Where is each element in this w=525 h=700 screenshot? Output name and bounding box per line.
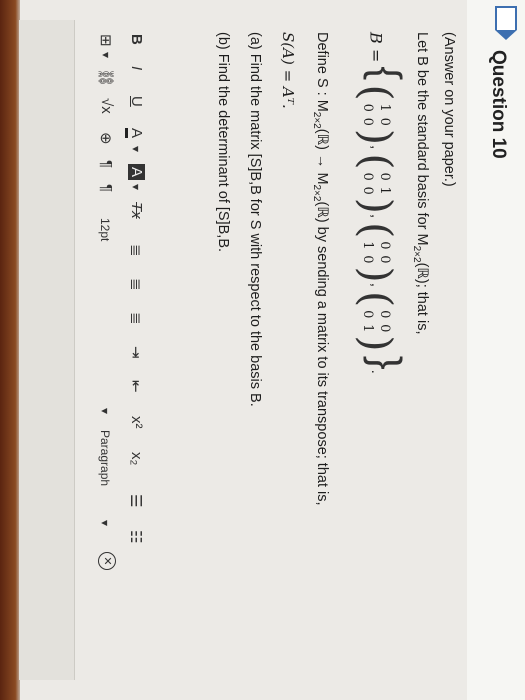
numbered-list-icon[interactable]: ☷	[127, 530, 145, 543]
question-body: (Answer on your paper.) Let B be the sta…	[19, 0, 467, 700]
basis-dim: 2×2	[411, 245, 423, 263]
basis-intro: Let B be the standard basis for M2×2(ℝ);…	[411, 32, 430, 334]
brace-close: }	[363, 355, 410, 370]
matrix-entry: 0	[376, 241, 392, 250]
chevron-down-icon[interactable]: ▾	[99, 52, 113, 58]
matrix-entry: 0	[376, 324, 392, 333]
matrix-entry: 0	[359, 186, 375, 195]
underline-button[interactable]: U	[128, 96, 145, 107]
basis-set: B = { ( 10 00 ) , ( 01 00 ) , (0 0 1 0 …	[351, 32, 410, 374]
equation-icon[interactable]: √x	[98, 98, 115, 114]
define-prefix: Define S : M	[314, 32, 330, 112]
rotated-content: Question 10 (Answer on your paper.) Let …	[19, 0, 525, 700]
part-b: (b) Find the determinant of [S]B,B.	[215, 32, 231, 253]
highlight-button[interactable]: A	[128, 164, 145, 181]
matrix-e21: ( 00 10 )	[351, 222, 401, 283]
basis-field: (ℝ); that is,	[414, 262, 430, 335]
brace-open: {	[363, 66, 410, 81]
editor-toolbar: B I U A ▾ A ▾ Tx ≣ ≣ ≣ ⇥ ⇤ x² x₂ ☰ ☷ ⊞ ▾…	[85, 32, 145, 652]
rule-line: S(A) = Aᵀ.	[279, 32, 297, 109]
subscript-button[interactable]: x₂	[128, 452, 145, 465]
dim-a: 2×2	[311, 111, 323, 129]
link-icon[interactable]: ⛓	[97, 68, 115, 87]
page: Question 10 (Answer on your paper.) Let …	[19, 0, 525, 700]
matrix-entry: 0	[359, 103, 375, 112]
indent-icon[interactable]: ⇥	[127, 346, 145, 359]
matrix-entry: 1	[359, 241, 375, 250]
matrix-entry: 0	[376, 310, 392, 319]
question-title: Question 10	[488, 50, 509, 159]
matrix-entry: 1	[376, 103, 392, 112]
clear-format-button[interactable]: Tx	[128, 202, 145, 219]
part-a: (a) Find the matrix [S]B,B for S with re…	[247, 32, 263, 407]
matrix-entry: 0	[359, 117, 375, 126]
italic-button[interactable]: I	[128, 66, 145, 70]
matrix-entry: 1	[359, 324, 375, 333]
matrix-entry: 0	[376, 117, 392, 126]
outdent-icon[interactable]: ⇤	[127, 380, 145, 393]
matrix-entry: 0	[359, 255, 375, 264]
chevron-down-icon[interactable]: ▾	[98, 520, 112, 526]
answer-editor[interactable]	[19, 20, 75, 680]
media-icon[interactable]: ⊕	[97, 132, 115, 145]
superscript-button[interactable]: x²	[128, 416, 145, 429]
paragraph-select[interactable]: Paragraph	[98, 430, 112, 486]
matrix-entry: 0	[376, 255, 392, 264]
matrix-entry: 0	[376, 172, 392, 181]
question-header: Question 10	[466, 0, 525, 700]
matrix-e11: ( 10 00 )	[351, 84, 401, 146]
chevron-down-icon[interactable]: ▾	[129, 146, 143, 152]
table-icon[interactable]: ⊞	[97, 34, 115, 47]
font-color-button[interactable]: A	[125, 128, 145, 139]
define-suffix: (ℝ) by sending a matrix to its transpose…	[314, 201, 330, 506]
matrix-entry: 0	[359, 172, 375, 181]
paragraph-ltr-icon[interactable]: ¶	[98, 160, 115, 168]
align-center-icon[interactable]: ≣	[127, 278, 145, 291]
align-left-icon[interactable]: ≣	[127, 244, 145, 257]
accessibility-icon[interactable]: ✕	[98, 552, 116, 570]
bullet-list-icon[interactable]: ☰	[127, 494, 145, 507]
basis-lhs: B =	[366, 32, 386, 63]
flag-icon[interactable]	[495, 6, 517, 30]
basis-intro-text: Let B be the standard basis for M	[414, 32, 430, 246]
matrix-entry: 1	[376, 186, 392, 195]
matrix-e22: ( 00 01 )	[351, 290, 401, 352]
instruction-text: (Answer on your paper.)	[441, 32, 457, 187]
define-mid: (ℝ) → M	[314, 128, 330, 185]
define-line: Define S : M2×2(ℝ) → M2×2(ℝ) by sending …	[311, 32, 330, 506]
chevron-down-icon[interactable]: ▾	[129, 184, 143, 190]
dim-b: 2×2	[311, 184, 323, 202]
font-size-select[interactable]: 12pt	[98, 218, 112, 241]
paragraph-rtl-icon[interactable]: ¶	[98, 184, 115, 192]
chevron-down-icon[interactable]: ▾	[98, 408, 112, 414]
matrix-e12: ( 01 00 )	[351, 153, 401, 214]
matrix-entry: 0	[359, 310, 375, 319]
bold-button[interactable]: B	[128, 34, 145, 45]
align-right-icon[interactable]: ≣	[127, 312, 145, 325]
